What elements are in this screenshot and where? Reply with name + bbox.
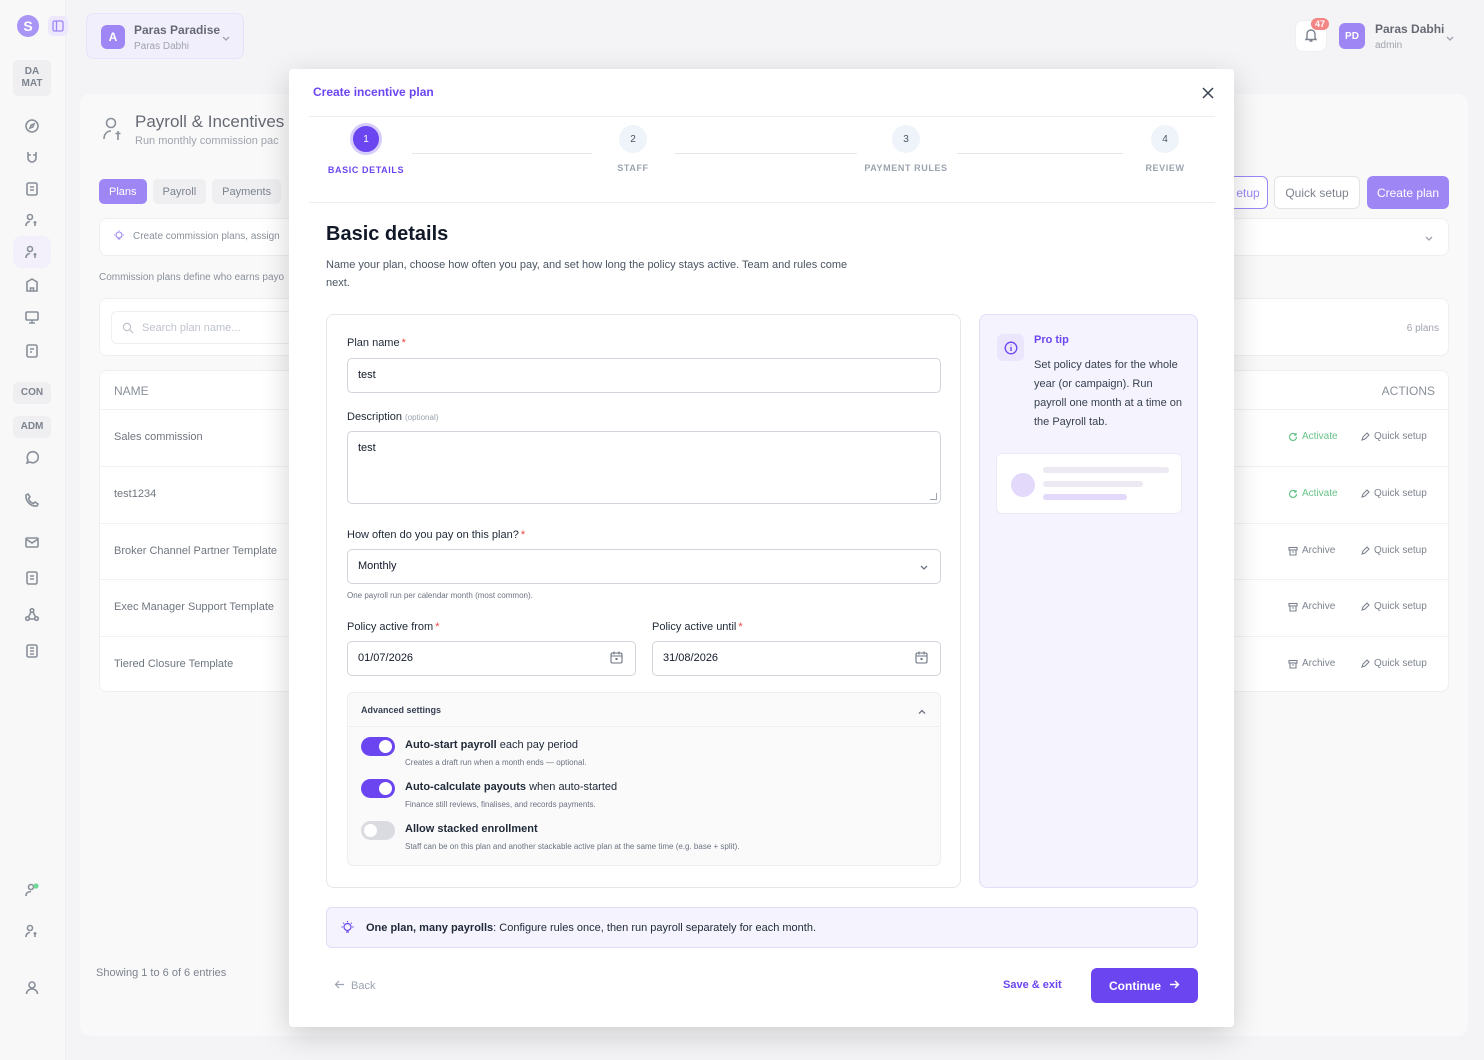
active-until-label: Policy active until * — [652, 621, 743, 633]
step-number: 3 — [892, 125, 920, 153]
active-from-value: 01/07/2026 — [358, 652, 414, 664]
auto-calculate-toggle[interactable] — [361, 779, 395, 798]
plan-name-input[interactable]: test — [347, 358, 941, 393]
auto-calculate-title: Auto-calculate payouts when auto-started — [405, 781, 618, 793]
modal-title: Create incentive plan — [313, 85, 434, 99]
auto-calculate-sub: Finance still reviews, finalises, and re… — [405, 800, 596, 809]
continue-button[interactable]: Continue — [1091, 968, 1198, 1003]
info-icon — [997, 334, 1024, 361]
section-intro: Name your plan, choose how often you pay… — [326, 259, 848, 289]
pro-tip-title: Pro tip — [1034, 334, 1069, 346]
step-number: 1 — [350, 123, 382, 155]
stacked-enrollment-toggle[interactable] — [361, 821, 395, 840]
calendar-icon[interactable] — [610, 651, 623, 667]
step-basic-details[interactable]: 1 BASIC DETAILS — [316, 123, 416, 175]
tip-illustration — [996, 453, 1182, 514]
stacked-enrollment-sub: Staff can be on this plan and another st… — [405, 842, 740, 851]
close-icon[interactable] — [1199, 84, 1217, 102]
step-number: 4 — [1151, 125, 1179, 153]
create-plan-modal: Create incentive plan 1 BASIC DETAILS 2 … — [289, 69, 1234, 1027]
resize-handle[interactable] — [930, 493, 937, 500]
description-textarea[interactable]: test — [347, 431, 941, 504]
advanced-settings-panel: Advanced settings Auto-start payroll eac… — [347, 692, 941, 866]
auto-start-sub: Creates a draft run when a month ends — … — [405, 758, 587, 767]
banner-text: One plan, many payrolls: Configure rules… — [366, 922, 817, 934]
description-value: test — [358, 442, 376, 454]
step-label: STAFF — [617, 163, 649, 173]
step-label: REVIEW — [1145, 163, 1185, 173]
frequency-select[interactable]: Monthly — [347, 549, 941, 584]
pro-tip-text: Set policy dates for the whole year (or … — [1034, 359, 1182, 428]
step-label: BASIC DETAILS — [327, 165, 405, 175]
description-label: Description (optional) — [347, 411, 439, 423]
save-exit-button[interactable]: Save & exit — [1003, 979, 1062, 991]
info-banner: One plan, many payrolls: Configure rules… — [326, 907, 1198, 948]
auto-start-toggle[interactable] — [361, 737, 395, 756]
back-label: Back — [351, 980, 376, 992]
step-label: PAYMENT RULES — [864, 163, 948, 173]
divider — [309, 202, 1215, 203]
auto-start-title: Auto-start payroll each pay period — [405, 739, 579, 751]
step-connector — [957, 153, 1123, 154]
step-review[interactable]: 4 REVIEW — [1115, 125, 1215, 173]
active-until-value: 31/08/2026 — [663, 652, 719, 664]
step-staff[interactable]: 2 STAFF — [583, 125, 683, 173]
basic-details-form: Plan name * test Description (optional) te… — [326, 314, 961, 888]
active-from-label: Policy active from * — [347, 621, 440, 633]
step-connector — [675, 153, 857, 154]
divider — [309, 116, 1215, 117]
frequency-value: Monthly — [358, 560, 397, 572]
stacked-enrollment-title: Allow stacked enrollment — [405, 823, 538, 835]
pro-tip-card: Pro tip Set policy dates for the whole y… — [979, 314, 1198, 888]
arrow-left-icon — [334, 979, 345, 993]
arrow-right-icon — [1169, 979, 1180, 993]
advanced-settings-title: Advanced settings — [361, 705, 442, 715]
continue-label: Continue — [1109, 978, 1161, 993]
active-until-input[interactable]: 31/08/2026 — [652, 641, 941, 676]
plan-name-label: Plan name * — [347, 337, 406, 349]
frequency-label: How often do you pay on this plan? * — [347, 529, 526, 541]
back-button[interactable]: Back — [334, 979, 375, 993]
step-payment-rules[interactable]: 3 PAYMENT RULES — [856, 125, 956, 173]
step-number: 2 — [619, 125, 647, 153]
step-connector — [412, 153, 592, 154]
calendar-icon[interactable] — [915, 651, 928, 667]
active-from-input[interactable]: 01/07/2026 — [347, 641, 636, 676]
section-heading: Basic details — [326, 223, 449, 245]
advanced-settings-header[interactable]: Advanced settings — [348, 693, 940, 727]
chevron-down-icon — [919, 562, 929, 575]
lightbulb-icon — [340, 920, 355, 938]
chevron-up-icon[interactable] — [917, 705, 927, 720]
frequency-help: One payroll run per calendar month (most… — [347, 591, 533, 600]
